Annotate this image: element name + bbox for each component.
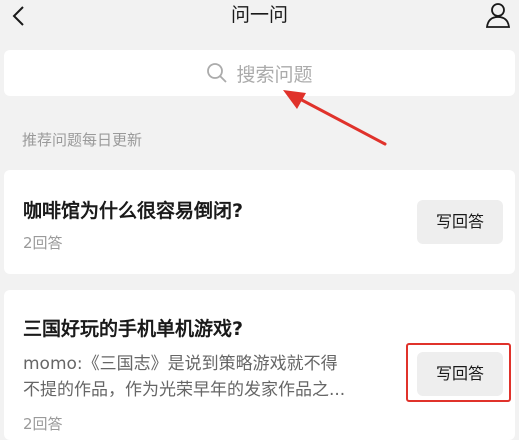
answer-count: 2回答 [23,415,63,433]
answer-excerpt[interactable]: momo:《三国志》是说到策略游戏就不得 不提的作品，作为光荣早年的发家作品之.… [23,351,403,403]
answer-count: 2回答 [23,234,63,252]
search-placeholder: 搜索问题 [236,63,313,86]
write-answer-button[interactable]: 写回答 [417,200,503,244]
search-bar[interactable]: 搜索问题 [4,50,515,96]
page-title: 问一问 [230,4,288,26]
recommend-hint: 推荐问题每日更新 [22,131,143,149]
question-title[interactable]: 咖啡馆为什么很容易倒闭? [23,196,243,223]
annotation-highlight-box [406,343,511,402]
question-title[interactable]: 三国好玩的手机单机游戏? [23,314,243,341]
answer-excerpt-line: 不提的作品，作为光荣早年的发家作品之... [23,380,346,400]
answer-excerpt-line: momo:《三国志》是说到策略游戏就不得 [23,354,338,374]
top-nav-bar: 问一问 [0,0,519,40]
search-icon [207,63,228,83]
question-card[interactable]: 咖啡馆为什么很容易倒闭? 2回答 写回答 [4,170,515,274]
person-icon[interactable] [485,2,511,28]
